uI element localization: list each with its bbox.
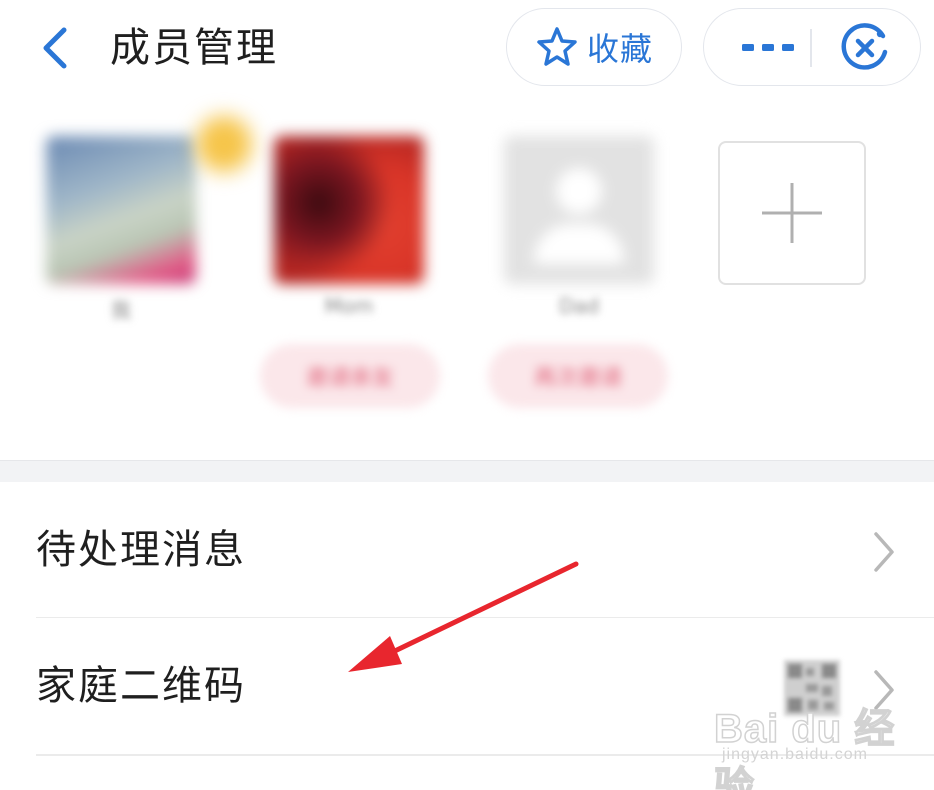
capsule-divider bbox=[810, 29, 812, 67]
row-label: 待处理消息 bbox=[36, 527, 246, 573]
avatar bbox=[274, 136, 424, 284]
chevron-right-icon bbox=[874, 532, 894, 572]
more-button[interactable] bbox=[726, 9, 810, 87]
favorite-button[interactable]: 收藏 bbox=[506, 8, 682, 86]
member-tag[interactable]: 邀请亲友 bbox=[260, 344, 440, 408]
crown-icon bbox=[196, 116, 252, 172]
member-name: Dad bbox=[558, 294, 600, 318]
watermark-url: jingyan.baidu.com bbox=[722, 746, 868, 763]
close-circle-icon bbox=[841, 23, 888, 70]
chevron-left-icon bbox=[43, 27, 67, 69]
close-button[interactable] bbox=[834, 21, 896, 75]
section-divider bbox=[0, 460, 934, 482]
favorite-label: 收藏 bbox=[586, 30, 653, 68]
person-placeholder-icon bbox=[556, 168, 602, 214]
annotation-arrow-icon bbox=[348, 561, 579, 672]
more-dots-icon bbox=[742, 44, 794, 51]
mini-program-capsule bbox=[703, 8, 921, 86]
back-button[interactable] bbox=[30, 20, 80, 76]
add-member-button[interactable] bbox=[718, 141, 866, 285]
person-placeholder-body bbox=[534, 224, 624, 264]
baidu-jingyan-watermark: Bai du 经验 jingyan.baidu.com bbox=[713, 696, 914, 790]
watermark-logo: Bai du 经验 bbox=[713, 706, 896, 790]
star-icon bbox=[537, 27, 577, 66]
member-tag[interactable]: 再次邀请 bbox=[488, 344, 668, 408]
member-name: Mom bbox=[324, 294, 374, 318]
page-title: 成员管理 bbox=[110, 25, 278, 71]
row-label: 家庭二维码 bbox=[36, 663, 246, 709]
avatar bbox=[504, 136, 654, 284]
avatar bbox=[46, 136, 196, 284]
plus-icon bbox=[762, 183, 822, 243]
member-name: 我 bbox=[111, 298, 131, 322]
